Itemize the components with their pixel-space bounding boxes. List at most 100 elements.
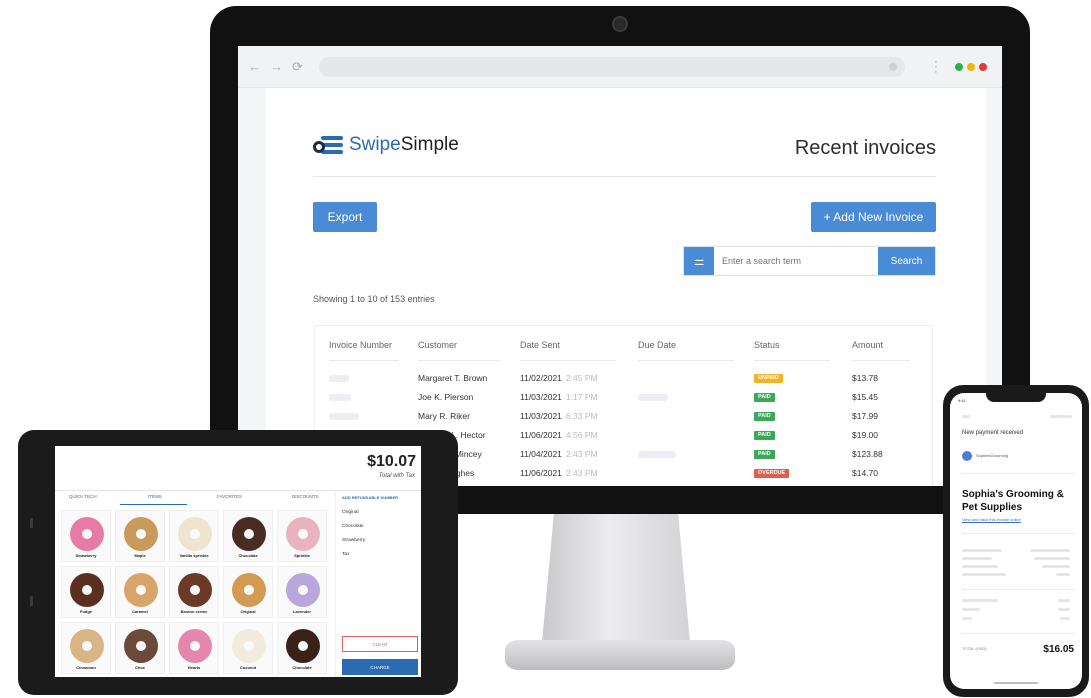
invoice-number-placeholder — [329, 375, 349, 382]
brand-name: SwipeSimple — [349, 134, 459, 155]
amount-cell: $15.45 — [852, 392, 878, 402]
status-badge: PAID — [754, 431, 775, 440]
tab-quick-tech[interactable]: QUICK TECH — [69, 494, 97, 499]
email-sender: SophiesGrooming — [976, 453, 1009, 458]
invoice-number-placeholder — [329, 413, 359, 420]
home-indicator — [994, 682, 1038, 684]
browser-nav: ← → ⟳ — [248, 59, 303, 75]
modifier-item[interactable]: Chocolate — [342, 524, 364, 529]
item-tile[interactable]: Strawberry — [61, 510, 111, 562]
modifier-item[interactable]: Strawberry — [342, 538, 365, 543]
charge-button[interactable]: CHARGE — [342, 659, 418, 675]
filter-icon[interactable]: ⚌ — [684, 247, 714, 275]
date-cell: 11/06/2021 2:43 PM — [520, 468, 598, 478]
donut-icon — [232, 517, 266, 551]
column-header-status[interactable]: Status — [754, 340, 780, 350]
window-dot-green-icon[interactable] — [954, 62, 963, 71]
window-dot-yellow-icon[interactable] — [966, 62, 975, 71]
item-tile[interactable]: Original — [223, 566, 273, 618]
donut-icon — [286, 573, 320, 607]
phone-device: 9:41 New payment received SophiesGroomin… — [943, 385, 1089, 697]
monitor-screen: ← → ⟳ ⋮ SwipeSimple Recent invoices Expo… — [238, 46, 1002, 486]
item-tile[interactable]: Lavender — [277, 566, 327, 618]
status-badge: PAID — [754, 450, 775, 459]
item-tile[interactable]: Chocolate — [223, 510, 273, 562]
amount-cell: $13.78 — [852, 373, 878, 383]
date-cell: 11/03/2021 6:33 PM — [520, 411, 598, 421]
amount-cell: $19.00 — [852, 430, 878, 440]
item-tile[interactable]: Vanilla sprinkle — [169, 510, 219, 562]
tab-items[interactable]: ITEMS — [148, 494, 162, 499]
webcam-icon — [612, 16, 628, 32]
item-tile[interactable]: Boston creme — [169, 566, 219, 618]
entries-count: Showing 1 to 10 of 153 entries — [313, 294, 435, 304]
customer-cell[interactable]: Margaret T. Brown — [418, 373, 487, 383]
monitor-stand-base — [505, 640, 735, 670]
donut-icon — [124, 573, 158, 607]
browser-toolbar: ← → ⟳ ⋮ — [238, 46, 1002, 88]
item-tile[interactable]: Cinnamon — [61, 622, 111, 674]
monitor-stand-neck — [542, 514, 690, 642]
export-button[interactable]: Export — [313, 202, 377, 232]
tab-discounts[interactable]: DISCOUNTS — [292, 494, 319, 499]
donut-icon — [124, 517, 158, 551]
tablet-device: $10.07 Total with Tax QUICK TECH ITEMS F… — [18, 430, 458, 695]
reload-icon[interactable]: ⟳ — [292, 59, 303, 75]
address-bar[interactable] — [318, 56, 905, 77]
item-tile[interactable]: Choc — [115, 622, 165, 674]
donut-icon — [286, 517, 320, 551]
modifier-item[interactable]: Tax — [342, 552, 349, 557]
amount-cell: $14.70 — [852, 468, 878, 478]
business-name: Sophia's Grooming & Pet Supplies — [962, 489, 1064, 513]
item-tile[interactable]: Chocolate — [277, 622, 327, 674]
back-arrow-icon[interactable]: ← — [248, 59, 261, 75]
search-input[interactable] — [714, 247, 878, 275]
sender-avatar — [962, 451, 972, 461]
donut-icon — [178, 573, 212, 607]
date-cell: 11/06/2021 4:56 PM — [520, 430, 598, 440]
invoices-page: SwipeSimple Recent invoices Export + Add… — [266, 88, 986, 486]
column-header-customer[interactable]: Customer — [418, 340, 457, 350]
donut-icon — [70, 629, 104, 663]
search-button[interactable]: Search — [878, 247, 935, 275]
invoice-link[interactable]: View and track this invoice online — [962, 517, 1021, 522]
column-header-due-date[interactable]: Due Date — [638, 340, 676, 350]
product-showcase: ← → ⟳ ⋮ SwipeSimple Recent invoices Expo… — [0, 0, 1091, 698]
donut-icon — [232, 573, 266, 607]
tab-favorites[interactable]: FAVORITES — [217, 494, 242, 499]
pos-tabs: QUICK TECH ITEMS FAVORITES DISCOUNTS — [55, 490, 333, 506]
modifier-item[interactable]: Original — [342, 510, 359, 515]
back-arrow-icon[interactable] — [962, 415, 970, 418]
donut-icon — [70, 517, 104, 551]
item-tile[interactable]: Fudge — [61, 566, 111, 618]
page-title: Recent invoices — [794, 137, 936, 159]
column-header-date-sent[interactable]: Date Sent — [520, 340, 560, 350]
due-date-placeholder — [638, 451, 676, 458]
donut-icon — [124, 629, 158, 663]
column-header-invoice-number[interactable]: Invoice Number — [329, 340, 392, 350]
item-tile[interactable]: Sprinkle — [277, 510, 327, 562]
customer-cell[interactable]: Joe K. Pierson — [418, 392, 473, 402]
customer-cell[interactable]: Mary R. Riker — [418, 411, 470, 421]
clear-button[interactable]: CLEAR — [342, 636, 418, 652]
item-tile[interactable]: Hearts — [169, 622, 219, 674]
donut-icon — [178, 517, 212, 551]
status-badge: PAID — [754, 393, 775, 402]
forward-arrow-icon[interactable]: → — [270, 59, 283, 75]
item-tile[interactable]: Coconut — [223, 622, 273, 674]
add-new-invoice-button[interactable]: + Add New Invoice — [811, 202, 936, 232]
date-cell: 11/04/2021 2:43 PM — [520, 449, 598, 459]
email-actions-icon[interactable] — [1050, 415, 1072, 418]
phone-screen: 9:41 New payment received SophiesGroomin… — [950, 393, 1082, 689]
item-tile[interactable]: Caramel — [115, 566, 165, 618]
total-label: TOTAL (USD) — [962, 646, 987, 651]
item-tile[interactable]: Maple — [115, 510, 165, 562]
due-date-placeholder — [638, 394, 668, 401]
window-dot-red-icon[interactable] — [978, 62, 987, 71]
column-header-amount[interactable]: Amount — [852, 340, 883, 350]
add-refundable-number-link[interactable]: ADD REFUNDABLE NUMBER — [342, 495, 398, 500]
donut-icon — [70, 573, 104, 607]
donut-icon — [286, 629, 320, 663]
browser-menu-icon[interactable]: ⋮ — [929, 58, 943, 75]
window-controls — [954, 62, 987, 71]
